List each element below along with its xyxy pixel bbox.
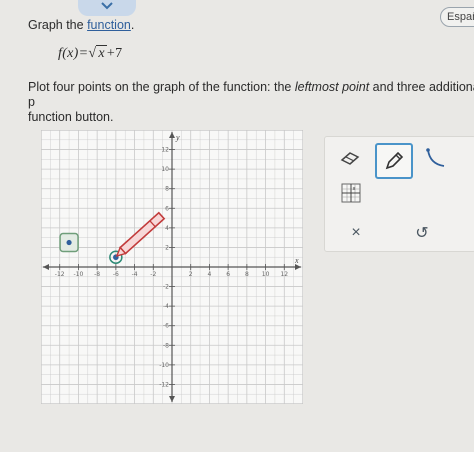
eraser-icon [340, 152, 360, 165]
instructions-line2: function button. [28, 110, 114, 124]
clear-button[interactable]: × [341, 221, 371, 245]
x-tick-label: -2 [150, 271, 156, 278]
eraser-tool[interactable] [337, 147, 363, 169]
x-tick-label: 2 [189, 271, 193, 278]
x-tick-label: 10 [262, 271, 270, 278]
curve-tool[interactable] [423, 145, 449, 171]
instructions: Plot four points on the graph of the fun… [28, 80, 474, 125]
instructions-emphasis: leftmost point [294, 80, 370, 94]
pencil-icon [385, 151, 404, 170]
undo-button[interactable]: ↺ [407, 221, 437, 245]
y-tick-label: 6 [165, 205, 169, 212]
y-tick-label: 2 [165, 244, 169, 251]
svg-text:x: x [353, 186, 356, 192]
x-tick-label: -12 [55, 271, 65, 278]
instructions-part1: Plot four points on the graph of the fun… [28, 80, 295, 94]
formula-radicand: x [96, 45, 107, 61]
intro-suffix: . [130, 18, 135, 32]
pencil-tool[interactable] [375, 143, 413, 179]
y-tick-label: -2 [163, 284, 169, 291]
grid-toggle[interactable]: x [339, 181, 363, 205]
function-formula: f(x)=√ x +7 [58, 45, 123, 62]
chevron-down-icon [101, 2, 113, 10]
graph-area[interactable]: x y -12 -10 -8 -6 -4 -2 2 4 6 8 10 12 12 10 8 6 4 2 -2 -4 -6 -8… [40, 129, 304, 405]
intro-prefix: Graph the [28, 18, 88, 32]
point-tool-icon [66, 239, 72, 246]
language-button[interactable]: Españo [440, 7, 474, 27]
y-tick-label: 8 [165, 186, 169, 193]
formula-rhs: +7 [106, 46, 123, 61]
y-tick-label: -10 [159, 362, 169, 369]
x-tick-label: 6 [226, 271, 230, 278]
x-tick-label: -6 [113, 271, 119, 278]
y-tick-label: 4 [165, 225, 169, 232]
x-tick-label: -10 [74, 271, 84, 278]
intro-text: Graph the function. [28, 18, 134, 32]
y-tick-label: 12 [161, 147, 169, 154]
formula-lhs: f(x)= [58, 46, 89, 61]
y-tick-label: -12 [159, 381, 169, 388]
coordinate-plane[interactable]: x y -12 -10 -8 -6 -4 -2 2 4 6 8 10 12 12 10 8 6 4 2 -2 -4 -6 -8… [40, 129, 304, 405]
y-tick-label: 10 [161, 166, 169, 173]
x-tick-label: 8 [245, 271, 249, 278]
x-axis-label: x [294, 256, 299, 265]
curve-tool-icon [426, 148, 445, 167]
x-tick-label: 12 [280, 271, 288, 278]
x-tick-label: -8 [94, 271, 100, 278]
y-tick-label: -8 [163, 342, 169, 349]
y-tick-label: -6 [163, 323, 169, 330]
y-axis-label: y [175, 133, 180, 142]
y-tick-label: -4 [163, 303, 169, 310]
tools-panel: x × ↺ [324, 136, 474, 252]
function-link[interactable]: function [87, 18, 131, 32]
collapse-tab[interactable] [78, 0, 136, 16]
x-tick-label: -4 [132, 271, 138, 278]
x-tick-label: 4 [208, 271, 212, 278]
grid-icon: x [341, 183, 361, 203]
